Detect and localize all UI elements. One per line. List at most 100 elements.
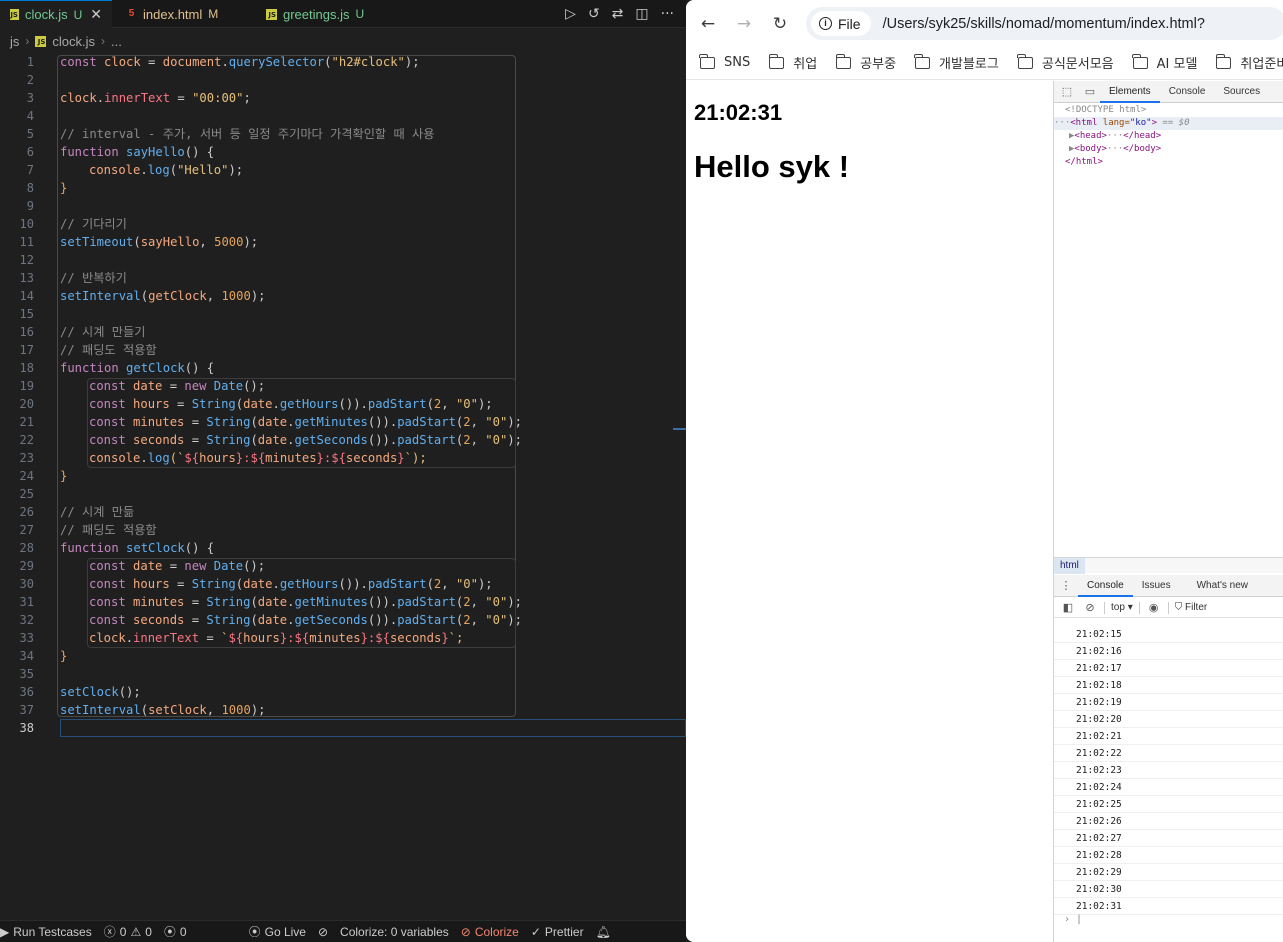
line-number: 14 — [19, 289, 34, 303]
bookmark-folder[interactable]: 취업준비자료 — [1215, 53, 1283, 72]
code-token: ()). — [367, 415, 398, 429]
warning-icon: ⚠ — [130, 924, 142, 939]
filter-input[interactable]: ⛉ Filter — [1175, 602, 1208, 613]
editor-actions: ▷ ↺ ⇄ ◫ ··· — [565, 0, 674, 28]
code-token: `); — [404, 451, 427, 465]
bookmark-folder[interactable]: 개발블로그 — [914, 53, 999, 72]
dom-node[interactable]: <!DOCTYPE html> — [1054, 104, 1283, 117]
code-line: const hours = String(date.getHours()).pa… — [60, 575, 686, 593]
drawer-tab-console[interactable]: Console — [1078, 575, 1133, 597]
address-bar[interactable]: i File /Users/syk25/skills/nomad/momentu… — [806, 7, 1283, 40]
bookmark-folder[interactable]: 공부중 — [835, 53, 896, 72]
code-token: 2 — [463, 433, 471, 447]
run-testcases-button[interactable]: ▶ Run Testcases — [0, 925, 98, 939]
code-token: ( — [169, 163, 178, 177]
dom-breadcrumb-item[interactable]: html — [1054, 558, 1085, 574]
bookmark-folder[interactable]: 공식문서모음 — [1017, 53, 1114, 72]
status-bar: ▶ Run Testcases ⓧ 0 ⚠ 0 ⦿ 0 ⦿ Go Live ⊘ … — [0, 920, 686, 942]
sidebar-toggle-icon[interactable]: ◧ — [1060, 601, 1076, 614]
go-live-button[interactable]: ⦿ Go Live — [243, 923, 312, 940]
clear-console-icon[interactable]: ⊘ — [1082, 601, 1098, 614]
back-arrow-icon[interactable]: ← — [696, 12, 720, 36]
code-token: }: — [360, 631, 376, 645]
code-token: String — [206, 595, 251, 609]
console-input[interactable]: › | — [1054, 914, 1283, 928]
tab-index-html[interactable]: 5 index.html M — [116, 0, 228, 28]
breadcrumb-folder[interactable]: js — [10, 34, 19, 49]
code-token: (` — [169, 451, 185, 465]
prohibited-icon: ⊘ — [460, 924, 471, 939]
code-token: 2 — [463, 613, 471, 627]
bookmark-label: 취업 — [793, 57, 818, 72]
dom-node[interactable]: ▶<body>···</body> — [1054, 143, 1283, 156]
inspect-element-icon[interactable]: ⬚ — [1054, 85, 1080, 98]
run-icon[interactable]: ▷ — [565, 6, 576, 22]
colorize-label: Colorize — [474, 924, 519, 939]
tab-sources[interactable]: Sources — [1214, 81, 1269, 103]
device-toolbar-icon[interactable]: ▭ — [1080, 85, 1100, 98]
eye-icon[interactable]: ◉ — [1146, 601, 1162, 614]
reload-icon[interactable]: ↻ — [768, 12, 792, 36]
problems-indicator[interactable]: ⓧ 0 ⚠ 0 — [98, 923, 158, 940]
split-editor-icon[interactable]: ◫ — [635, 6, 648, 22]
bookmark-folder[interactable]: AI 모델 — [1132, 53, 1197, 72]
code-token: `; — [448, 631, 464, 645]
kebab-menu-icon[interactable]: ⋮ — [1054, 579, 1078, 592]
code-token: const — [89, 397, 126, 411]
dom-node-selected[interactable]: ···<html lang="ko"> == $0 — [1054, 117, 1283, 130]
ports-indicator[interactable]: ⦿ 0 — [158, 923, 193, 940]
code-token: new — [184, 379, 207, 393]
breadcrumb-more[interactable]: ... — [111, 34, 122, 49]
colorize-button[interactable]: ⊘ Colorize — [455, 925, 525, 939]
code-token: } — [60, 649, 68, 663]
notifications-button[interactable]: 🔔︎ — [590, 925, 617, 939]
code-token: . — [272, 397, 280, 411]
tab-clock-js[interactable]: JS clock.js U ✕ — [0, 0, 112, 28]
tab-console[interactable]: Console — [1160, 81, 1215, 103]
dropdown-arrow-icon: ▾ — [1127, 602, 1133, 613]
dom-node[interactable]: ▶<head>···</head> — [1054, 130, 1283, 143]
bookmark-folder[interactable]: SNS — [699, 53, 750, 70]
code-token: sayHello — [118, 145, 185, 159]
close-icon[interactable]: ✕ — [90, 6, 102, 23]
history-icon[interactable]: ↺ — [588, 6, 600, 22]
code-token: function — [60, 541, 119, 555]
forward-arrow-icon[interactable]: → — [732, 12, 756, 36]
code-token: ${ — [375, 631, 390, 645]
colorize-variables-status[interactable]: Colorize: 0 variables — [334, 925, 455, 939]
prettier-status[interactable]: ✓ Prettier — [525, 925, 590, 939]
url-text[interactable]: /Users/syk25/skills/nomad/momentum/index… — [883, 16, 1205, 32]
code-line: } — [60, 467, 686, 485]
code-token: new — [184, 559, 207, 573]
tab-elements[interactable]: Elements — [1100, 81, 1160, 103]
compare-changes-icon[interactable]: ⇄ — [612, 6, 624, 22]
code-line: const hours = String(date.getHours()).pa… — [60, 395, 686, 413]
code-token: . — [96, 91, 105, 105]
context-selector[interactable]: top ▾ — [1111, 602, 1133, 613]
code-token: padStart — [367, 577, 427, 591]
drawer-tab-whats-new[interactable]: What's new — [1188, 575, 1257, 597]
console-message: 21:02:20 — [1054, 711, 1283, 728]
code-token: . — [272, 577, 280, 591]
line-number: 30 — [19, 577, 34, 591]
drawer-tab-issues[interactable]: Issues — [1133, 575, 1180, 597]
more-icon[interactable]: ··· — [661, 6, 674, 22]
dom-node[interactable]: </html> — [1054, 156, 1283, 169]
console-message: 21:02:16 — [1054, 643, 1283, 660]
bookmark-folder[interactable]: 취업 — [768, 53, 818, 72]
console-message: 21:02:31 — [1054, 898, 1283, 915]
line-number: 6 — [26, 145, 34, 159]
copilot-status[interactable]: ⊘ — [312, 925, 334, 939]
code-token: getMinutes — [294, 415, 368, 429]
code-token: String — [206, 415, 251, 429]
tab-greetings-js[interactable]: JS greetings.js U — [256, 0, 374, 28]
breadcrumb-file[interactable]: clock.js — [52, 34, 95, 49]
more-icon: ··· — [1054, 118, 1071, 128]
site-info-chip[interactable]: i File — [811, 11, 871, 36]
code-token: date — [125, 379, 163, 393]
code-area[interactable]: const clock = document.querySelector("h2… — [60, 53, 686, 737]
